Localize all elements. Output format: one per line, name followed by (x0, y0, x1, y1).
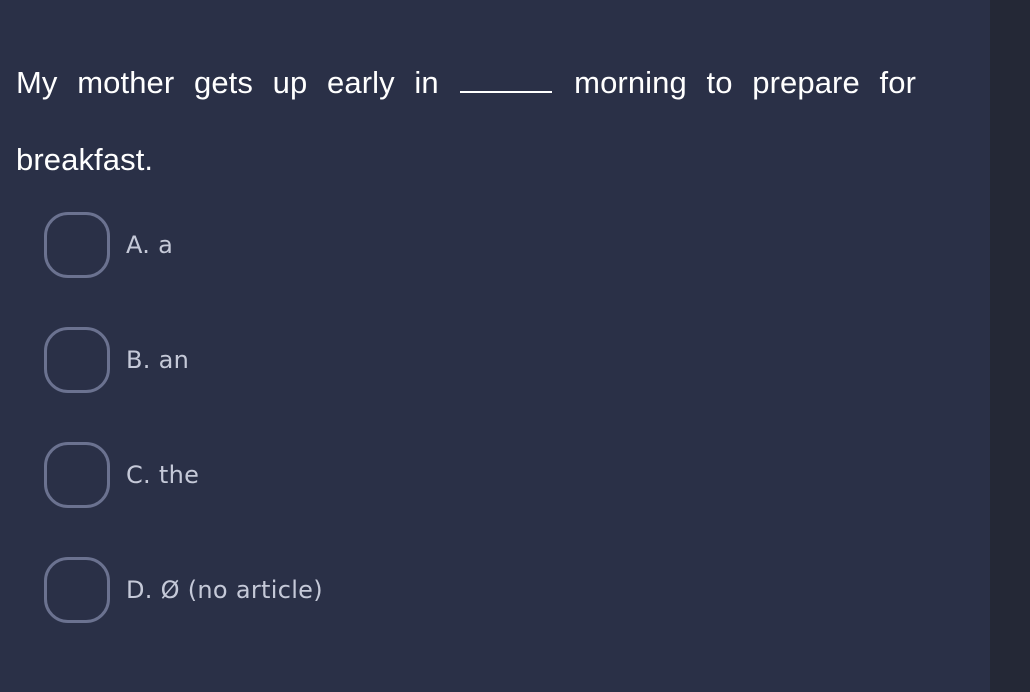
radio-button-a[interactable] (44, 212, 110, 278)
options-list: A. a B. an C. the D. Ø (no article) (44, 212, 944, 672)
option-row-c[interactable]: C. the (44, 442, 944, 508)
option-row-d[interactable]: D. Ø (no article) (44, 557, 944, 623)
option-label-d: D. Ø (no article) (126, 576, 323, 604)
quiz-panel: My mother gets up early in morning to pr… (0, 0, 990, 692)
scroll-gutter[interactable] (990, 0, 1030, 692)
option-label-a: A. a (126, 231, 174, 259)
option-row-a[interactable]: A. a (44, 212, 944, 278)
radio-button-b[interactable] (44, 327, 110, 393)
option-label-b: B. an (126, 346, 190, 374)
question-text-before-blank: My mother gets up early in (16, 65, 459, 100)
option-label-c: C. the (126, 461, 200, 489)
answer-blank (460, 67, 553, 93)
radio-button-c[interactable] (44, 442, 110, 508)
radio-button-d[interactable] (44, 557, 110, 623)
option-row-b[interactable]: B. an (44, 327, 944, 393)
